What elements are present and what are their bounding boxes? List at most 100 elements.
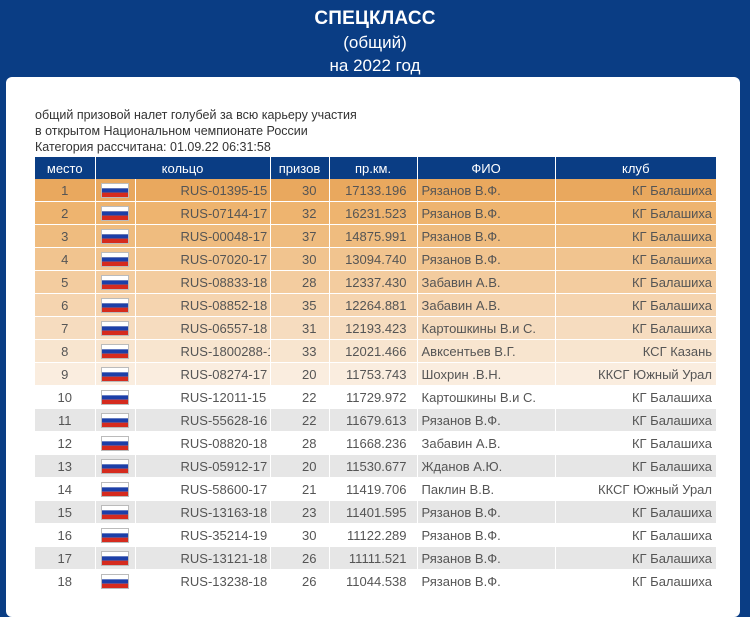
ring-link[interactable]: RUS-58600-17 [135,477,271,501]
owner-name-cell: Картошкины В.и С. [417,316,556,340]
prize-km-cell: 11729.972 [329,385,418,409]
club-cell: ККСГ Южный Урал [555,362,717,386]
ring-link[interactable]: RUS-08852-18 [135,293,271,317]
prizes-cell: 20 [270,362,330,386]
description: общий призовой налет голубей за всю карь… [35,107,357,155]
place-cell: 10 [35,385,96,409]
ring-link[interactable]: RUS-13163-18 [135,500,271,524]
flag-cell [95,362,136,386]
owner-name-cell: Рязанов В.Ф. [417,247,556,271]
place-cell: 4 [35,247,96,271]
ring-link[interactable]: RUS-55628-16 [135,408,271,432]
header-place[interactable]: место [35,157,96,179]
prize-km-cell: 11111.521 [329,546,418,570]
club-cell: КСГ Казань [555,339,717,363]
page-year: на 2022 год [329,56,421,75]
place-cell: 5 [35,270,96,294]
club-cell: КГ Балашиха [555,569,717,593]
place-cell: 11 [35,408,96,432]
ring-link[interactable]: RUS-08274-17 [135,362,271,386]
table-row: 11 RUS-55628-16 22 11679.613 Рязанов В.Ф. КГ … [35,408,717,432]
flag-cell [95,546,136,570]
club-cell: КГ Балашиха [555,385,717,409]
ring-link[interactable]: RUS-07144-17 [135,201,271,225]
ring-link[interactable]: RUS-01395-15 [135,179,271,202]
owner-name-cell: Шохрин .В.Н. [417,362,556,386]
prizes-cell: 33 [270,339,330,363]
description-line-2: в открытом Национальном чемпионате Росси… [35,124,308,138]
table-row: 4 RUS-07020-17 30 13094.740 Рязанов В.Ф. КГ Б… [35,247,717,271]
prizes-cell: 28 [270,431,330,455]
table-row: 5 RUS-08833-18 28 12337.430 Забавин А.В. КГ Б… [35,270,717,294]
owner-name-cell: Рязанов В.Ф. [417,224,556,248]
header-prizes[interactable]: призов [270,157,330,179]
table-row: 9 RUS-08274-17 20 11753.743 Шохрин .В.Н. ККСГ… [35,362,717,386]
place-cell: 3 [35,224,96,248]
club-cell: КГ Балашиха [555,454,717,478]
flag-cell [95,431,136,455]
ring-link[interactable]: RUS-13238-18 [135,569,271,593]
prize-km-cell: 11122.289 [329,523,418,547]
flag-cell [95,201,136,225]
club-cell: КГ Балашиха [555,500,717,524]
table-row: 10 RUS-12011-15 22 11729.972 Картошкины В.и … [35,385,717,409]
russia-flag-icon [101,298,129,314]
prizes-cell: 21 [270,477,330,501]
ring-link[interactable]: RUS-05912-17 [135,454,271,478]
prize-km-cell: 11679.613 [329,408,418,432]
flag-cell [95,224,136,248]
prizes-cell: 32 [270,201,330,225]
prizes-cell: 31 [270,316,330,340]
prizes-cell: 20 [270,454,330,478]
russia-flag-icon [101,436,129,452]
prize-km-cell: 12264.881 [329,293,418,317]
prize-km-cell: 17133.196 [329,179,418,202]
page-subtitle: (общий) [343,33,407,52]
prize-km-cell: 12337.430 [329,270,418,294]
prize-km-cell: 12193.423 [329,316,418,340]
prizes-cell: 30 [270,179,330,202]
table-row: 1 RUS-01395-15 30 17133.196 Рязанов В.Ф. КГ Б… [35,179,717,202]
prize-km-cell: 11044.538 [329,569,418,593]
ring-link[interactable]: RUS-06557-18 [135,316,271,340]
ring-link[interactable]: RUS-12011-15 [135,385,271,409]
prizes-cell: 26 [270,569,330,593]
owner-name-cell: Рязанов В.Ф. [417,500,556,524]
ring-link[interactable]: RUS-13121-18 [135,546,271,570]
prize-km-cell: 13094.740 [329,247,418,271]
club-cell: КГ Балашиха [555,523,717,547]
table-row: 12 RUS-08820-18 28 11668.236 Забавин А.В. КГ … [35,431,717,455]
content-card: общий призовой налет голубей за всю карь… [6,77,740,617]
ring-link[interactable]: RUS-08833-18 [135,270,271,294]
russia-flag-icon [101,574,129,590]
prize-km-cell: 16231.523 [329,201,418,225]
club-cell: КГ Балашиха [555,270,717,294]
place-cell: 13 [35,454,96,478]
table-row: 18 RUS-13238-18 26 11044.538 Рязанов В.Ф. КГ … [35,569,717,593]
owner-name-cell: Забавин А.В. [417,431,556,455]
russia-flag-icon [101,528,129,544]
russia-flag-icon [101,551,129,567]
table-row: 8 RUS-1800288-163312021.466Авксентьев В.Г… [35,339,717,363]
ring-link[interactable]: RUS-07020-17 [135,247,271,271]
header-km[interactable]: пр.км. [329,157,418,179]
place-cell: 18 [35,569,96,593]
header-name[interactable]: ФИО [417,157,556,179]
prizes-cell: 35 [270,293,330,317]
russia-flag-icon [101,206,129,222]
flag-cell [95,270,136,294]
russia-flag-icon [101,459,129,475]
place-cell: 12 [35,431,96,455]
flag-cell [95,500,136,524]
ring-link[interactable]: RUS-00048-17 [135,224,271,248]
flag-cell [95,316,136,340]
ring-link[interactable]: RUS-08820-18 [135,431,271,455]
header-club[interactable]: клуб [555,157,717,179]
owner-name-cell: Рязанов В.Ф. [417,523,556,547]
place-cell: 16 [35,523,96,547]
owner-name-cell: Забавин А.В. [417,293,556,317]
flag-cell [95,247,136,271]
header-ring[interactable]: кольцо [95,157,271,179]
ring-link[interactable]: RUS-1800288-16 [135,339,271,363]
ring-link[interactable]: RUS-35214-19 [135,523,271,547]
